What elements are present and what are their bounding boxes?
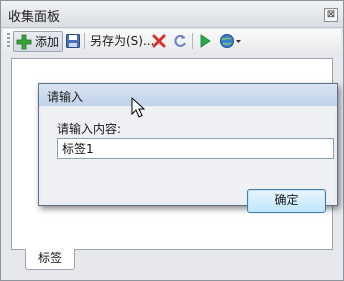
refresh-button[interactable] [172,31,188,50]
dialog-title: 请输入 [47,90,84,104]
delete-icon [151,33,167,49]
mouse-cursor-icon [131,97,145,118]
refresh-icon [172,33,188,49]
save-as-button[interactable]: 另存为(S)... [87,31,154,50]
save-icon [65,33,81,49]
prompt-label: 请输入内容: [57,122,122,136]
add-button[interactable]: 添加 [13,31,64,52]
toolbar-grip[interactable] [7,33,10,49]
close-icon[interactable]: ⊠ [324,8,338,22]
save-as-label: 另存为(S)... [90,34,155,48]
toolbar-separator [192,33,193,49]
play-icon [197,33,213,49]
dialog-body: 请输入内容: 确定 [42,107,334,213]
globe-dropdown-button[interactable] [219,31,242,50]
dropdown-arrow-icon [235,33,242,49]
run-button[interactable] [197,31,213,50]
toolbar-separator [84,33,85,49]
content-input[interactable] [57,138,334,159]
tab-label[interactable]: 标签 [25,249,75,270]
dialog-titlebar[interactable]: 请输入 [39,84,337,106]
toolbar: 添加 另存为(S)... [3,29,341,53]
save-button[interactable] [65,31,81,50]
ok-button[interactable]: 确定 [247,189,326,213]
panel-title: 收集面板 [8,10,61,25]
globe-icon [219,33,235,49]
tab-strip: 标签 [11,249,333,271]
panel-titlebar: 收集面板 ⊠ [1,1,343,28]
input-dialog: 请输入 请输入内容: 确定 [38,83,338,213]
delete-button[interactable] [151,31,167,50]
add-button-label: 添加 [35,35,60,49]
add-icon [16,34,32,50]
